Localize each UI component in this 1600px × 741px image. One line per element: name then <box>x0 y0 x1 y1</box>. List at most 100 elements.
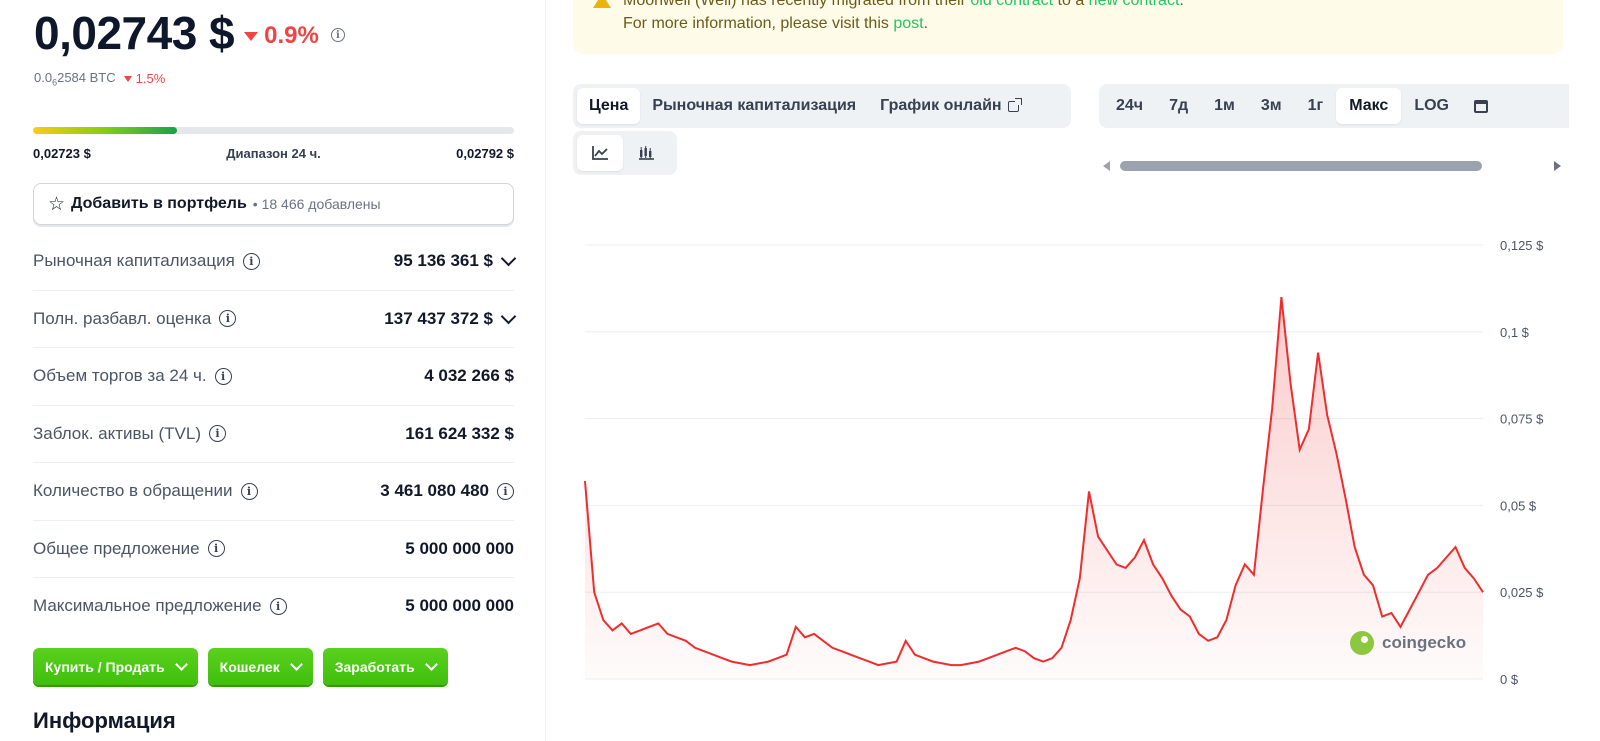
stat-row: Заблок. активы (TVL) i 161 624 332 $ <box>33 406 514 463</box>
stat-row: Общее предложение i 5 000 000 000 <box>33 521 514 578</box>
chevron-down-icon <box>289 658 303 671</box>
info-icon[interactable]: i <box>497 482 514 500</box>
stat-row: Количество в обращении i 3 461 080 480 i <box>33 463 514 521</box>
price-change-value: 0.9% <box>264 22 319 49</box>
time-range-3[interactable]: 3м <box>1248 88 1295 124</box>
coingecko-watermark: coingecko <box>1350 631 1466 655</box>
buy-sell-button[interactable]: Купить / Продать <box>33 648 198 685</box>
price-row: 0,02743 $ 0.9% i <box>34 6 345 60</box>
new-contract-link[interactable]: new contract <box>1089 0 1180 9</box>
price-chart[interactable]: 0 $ 0,025 $ 0,05 $ 0,075 $ 0,1 $ 0,125 $ <box>573 185 1563 741</box>
stat-label: Количество в обращении i <box>33 481 258 501</box>
time-range-6[interactable]: LOG <box>1401 88 1462 124</box>
earn-button[interactable]: Заработать <box>322 648 448 685</box>
y-tick-label: 0,05 $ <box>1500 498 1537 513</box>
stat-row: Максимальное предложение i 5 000 000 000 <box>33 578 514 635</box>
stat-value: 4 032 266 $ <box>424 366 514 386</box>
wallet-button[interactable]: Кошелек <box>207 648 313 685</box>
y-tick-label: 0,125 $ <box>1500 238 1544 253</box>
line-chart-icon <box>592 146 608 160</box>
coin-overview-panel: 0,02743 $ 0.9% i 0.062584 BTC 1.5% 0,027… <box>0 0 546 741</box>
btc-price-row: 0.062584 BTC 1.5% <box>34 70 165 88</box>
stats-list: Рыночная капитализация i 95 136 361 $ Полн.… <box>33 233 517 635</box>
price-change-24h: 0.9% <box>244 22 319 50</box>
y-tick-label: 0,075 $ <box>1500 412 1544 427</box>
tab-market-cap[interactable]: Рыночная капитализация <box>640 88 868 124</box>
range-label: Диапазон 24 ч. <box>226 146 321 161</box>
info-icon[interactable]: i <box>207 540 225 558</box>
chevron-down-icon <box>424 658 438 671</box>
stat-value: 137 437 372 $ <box>384 308 517 329</box>
range-24h-labels: 0,02723 $ Диапазон 24 ч. 0,02792 $ <box>33 146 514 161</box>
chevron-down-icon[interactable] <box>500 250 517 267</box>
time-range-5[interactable]: Макс <box>1336 88 1402 124</box>
calendar-icon[interactable] <box>1473 99 1488 113</box>
add-to-portfolio-button[interactable]: ☆ Добавить в портфель • 18 466 добавлены <box>33 183 514 225</box>
stat-row[interactable]: Полн. разбавл. оценка i 137 437 372 $ <box>33 291 517 348</box>
time-range-4[interactable]: 1г <box>1295 88 1337 124</box>
btc-price: 0.062584 BTC <box>34 70 116 88</box>
external-link-icon <box>1007 97 1022 112</box>
candlestick-chart-toggle[interactable] <box>623 135 669 171</box>
info-icon[interactable]: i <box>269 597 287 615</box>
time-range-2[interactable]: 1м <box>1201 88 1248 124</box>
chart-type-tabs <box>573 131 677 175</box>
scroll-left-arrow-icon[interactable] <box>1103 161 1110 171</box>
tab-live-chart[interactable]: График онлайн <box>868 88 1030 124</box>
stat-value: 3 461 080 480 i <box>380 481 514 501</box>
stat-value: 5 000 000 000 <box>405 538 514 558</box>
stat-label: Рыночная капитализация i <box>33 251 260 271</box>
stat-label: Общее предложение i <box>33 539 225 559</box>
info-icon[interactable]: i <box>242 252 260 270</box>
scrollbar-thumb[interactable] <box>1120 161 1482 171</box>
stat-label: Объем торгов за 24 ч. i <box>33 366 232 386</box>
info-icon[interactable]: i <box>330 28 345 42</box>
line-chart-toggle[interactable] <box>577 135 623 171</box>
old-contract-link[interactable]: old contract <box>970 0 1053 9</box>
warning-icon <box>593 0 611 8</box>
coin-price: 0,02743 $ <box>34 7 235 59</box>
stat-row: Объем торгов за 24 ч. i 4 032 266 $ <box>33 348 514 406</box>
candlestick-icon <box>639 146 654 160</box>
range-24h-bar <box>33 127 514 134</box>
star-icon: ☆ <box>48 193 66 215</box>
stat-value: 161 624 332 $ <box>405 423 514 443</box>
time-range-0[interactable]: 24ч <box>1103 88 1156 124</box>
time-range-tabs: 24ч 7д 1м 3м 1г Макс LOG <box>1099 84 1569 128</box>
chart-range-scrollbar[interactable] <box>1103 159 1565 173</box>
info-icon[interactable]: i <box>240 482 258 500</box>
stat-row[interactable]: Рыночная капитализация i 95 136 361 $ <box>33 233 517 291</box>
chevron-down-icon <box>174 658 188 671</box>
range-high: 0,02792 $ <box>456 146 514 161</box>
action-buttons: Купить / Продать Кошелек Заработать <box>33 648 448 685</box>
post-link[interactable]: post <box>893 15 923 32</box>
notice-line-1: Moonwell (Well) has recently migrated fr… <box>623 0 1184 10</box>
caret-down-icon <box>123 75 132 82</box>
notice-line-2: For more information, please visit this … <box>623 15 929 32</box>
migration-notice: Moonwell (Well) has recently migrated fr… <box>573 0 1563 54</box>
stat-label: Полн. разбавл. оценка i <box>33 309 237 329</box>
y-tick-label: 0,1 $ <box>1500 325 1530 340</box>
scroll-right-arrow-icon[interactable] <box>1554 161 1561 171</box>
info-icon[interactable]: i <box>208 425 226 443</box>
info-heading: Информация <box>33 708 176 733</box>
add-to-portfolio-label: Добавить в портфель <box>71 195 247 212</box>
stat-value: 95 136 361 $ <box>394 250 517 271</box>
tab-price[interactable]: Цена <box>577 88 641 124</box>
chevron-down-icon[interactable] <box>500 308 517 325</box>
stat-label: Заблок. активы (TVL) i <box>33 424 226 444</box>
y-tick-label: 0,025 $ <box>1500 585 1544 600</box>
coingecko-logo-icon <box>1350 631 1374 655</box>
range-low: 0,02723 $ <box>33 146 91 161</box>
caret-down-icon <box>244 31 259 41</box>
range-24h-fill <box>33 127 178 134</box>
stat-value: 5 000 000 000 <box>405 596 514 616</box>
chart-metric-tabs: Цена Рыночная капитализация График онлайн <box>573 84 1071 128</box>
btc-change: 1.5% <box>123 71 165 86</box>
info-icon[interactable]: i <box>214 367 232 385</box>
info-icon[interactable]: i <box>219 310 237 328</box>
time-range-1[interactable]: 7д <box>1156 88 1201 124</box>
stat-label: Максимальное предложение i <box>33 596 287 616</box>
y-tick-label: 0 $ <box>1500 672 1519 687</box>
price-area <box>585 297 1483 679</box>
